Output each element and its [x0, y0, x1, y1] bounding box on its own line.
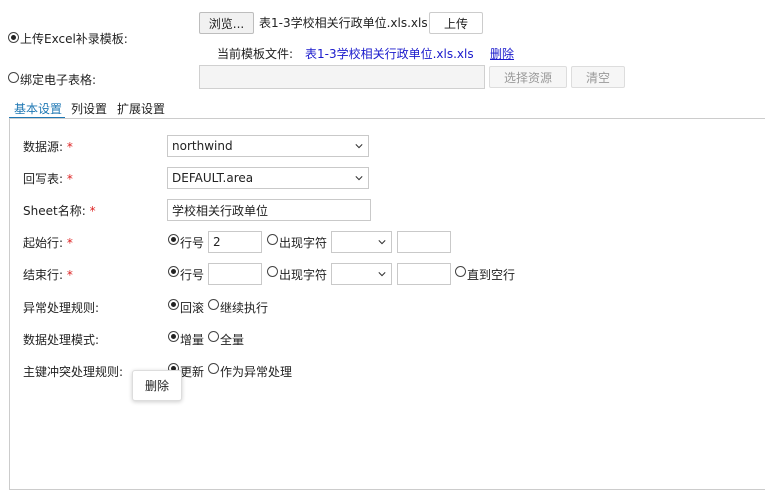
- data-mode-full-radio[interactable]: [208, 331, 219, 342]
- browse-button[interactable]: 浏览...: [199, 12, 254, 34]
- tab-column-settings[interactable]: 列设置: [71, 102, 107, 116]
- writeback-select[interactable]: DEFAULT.area: [167, 167, 369, 189]
- start-row-by-number-radio[interactable]: [168, 234, 179, 245]
- chevron-down-icon: [355, 176, 363, 181]
- chevron-down-icon: [378, 240, 386, 245]
- tab-extended-settings[interactable]: 扩展设置: [117, 102, 165, 116]
- pk-conflict-error-radio[interactable]: [208, 363, 219, 374]
- bind-sheet-input[interactable]: [199, 65, 485, 89]
- clear-button[interactable]: 清空: [571, 66, 625, 88]
- upload-button[interactable]: 上传: [429, 12, 483, 34]
- upload-excel-radio[interactable]: [8, 32, 19, 43]
- data-mode-label: 数据处理模式:: [23, 333, 100, 347]
- upload-excel-label: 上传Excel补录模板:: [20, 32, 128, 46]
- data-mode-incremental-label: 增量: [180, 333, 205, 347]
- basic-settings-panel: [9, 118, 765, 490]
- end-row-by-char-radio[interactable]: [267, 266, 278, 277]
- end-row-by-char-label: 出现字符: [279, 268, 328, 282]
- sheet-name-label: Sheet名称: *: [23, 204, 96, 218]
- data-mode-incremental-radio[interactable]: [168, 331, 179, 342]
- current-template-label: 当前模板文件:: [217, 47, 294, 61]
- end-row-label: 结束行: *: [23, 268, 73, 282]
- end-row-until-empty-label: 直到空行: [467, 268, 516, 282]
- data-mode-full-label: 全量: [220, 333, 245, 347]
- bind-sheet-radio[interactable]: [8, 72, 19, 83]
- selected-file-name: 表1-3学校相关行政单位.xls.xls: [259, 16, 428, 30]
- tab-basic-settings[interactable]: 基本设置: [14, 102, 62, 116]
- error-rule-rollback-radio[interactable]: [168, 299, 179, 310]
- end-row-char-input[interactable]: [397, 263, 451, 285]
- delete-template-link[interactable]: 删除: [490, 47, 514, 61]
- datasource-label: 数据源: *: [23, 140, 73, 154]
- start-row-label: 起始行: *: [23, 236, 73, 250]
- pk-conflict-label: 主键冲突处理规则:: [23, 365, 124, 379]
- select-resource-button[interactable]: 选择资源: [489, 66, 567, 88]
- start-row-number-input[interactable]: [208, 231, 262, 253]
- end-row-until-empty-radio[interactable]: [455, 266, 466, 277]
- end-row-by-number-label: 行号: [180, 268, 205, 282]
- start-row-char-select[interactable]: [331, 231, 392, 253]
- writeback-value: DEFAULT.area: [172, 171, 254, 185]
- start-row-by-char-radio[interactable]: [267, 234, 278, 245]
- chevron-down-icon: [355, 144, 363, 149]
- error-rule-rollback-label: 回滚: [180, 301, 205, 315]
- start-row-by-number-label: 行号: [180, 236, 205, 250]
- datasource-select[interactable]: northwind: [167, 135, 369, 157]
- pk-conflict-update-label: 更新: [180, 365, 205, 379]
- bind-sheet-label: 绑定电子表格:: [20, 73, 97, 87]
- error-rule-continue-radio[interactable]: [208, 299, 219, 310]
- end-row-by-number-radio[interactable]: [168, 266, 179, 277]
- pk-conflict-error-label: 作为异常处理: [220, 365, 293, 379]
- chevron-down-icon: [378, 272, 386, 277]
- start-row-char-input[interactable]: [397, 231, 451, 253]
- error-rule-label: 异常处理规则:: [23, 301, 100, 315]
- start-row-by-char-label: 出现字符: [279, 236, 328, 250]
- end-row-char-select[interactable]: [331, 263, 392, 285]
- end-row-number-input[interactable]: [208, 263, 262, 285]
- sheet-name-input[interactable]: [167, 199, 371, 221]
- current-template-file: 表1-3学校相关行政单位.xls.xls: [305, 47, 474, 61]
- writeback-label: 回写表: *: [23, 172, 73, 186]
- datasource-value: northwind: [172, 139, 233, 153]
- error-rule-continue-label: 继续执行: [220, 301, 269, 315]
- delete-tooltip: 删除: [132, 370, 182, 401]
